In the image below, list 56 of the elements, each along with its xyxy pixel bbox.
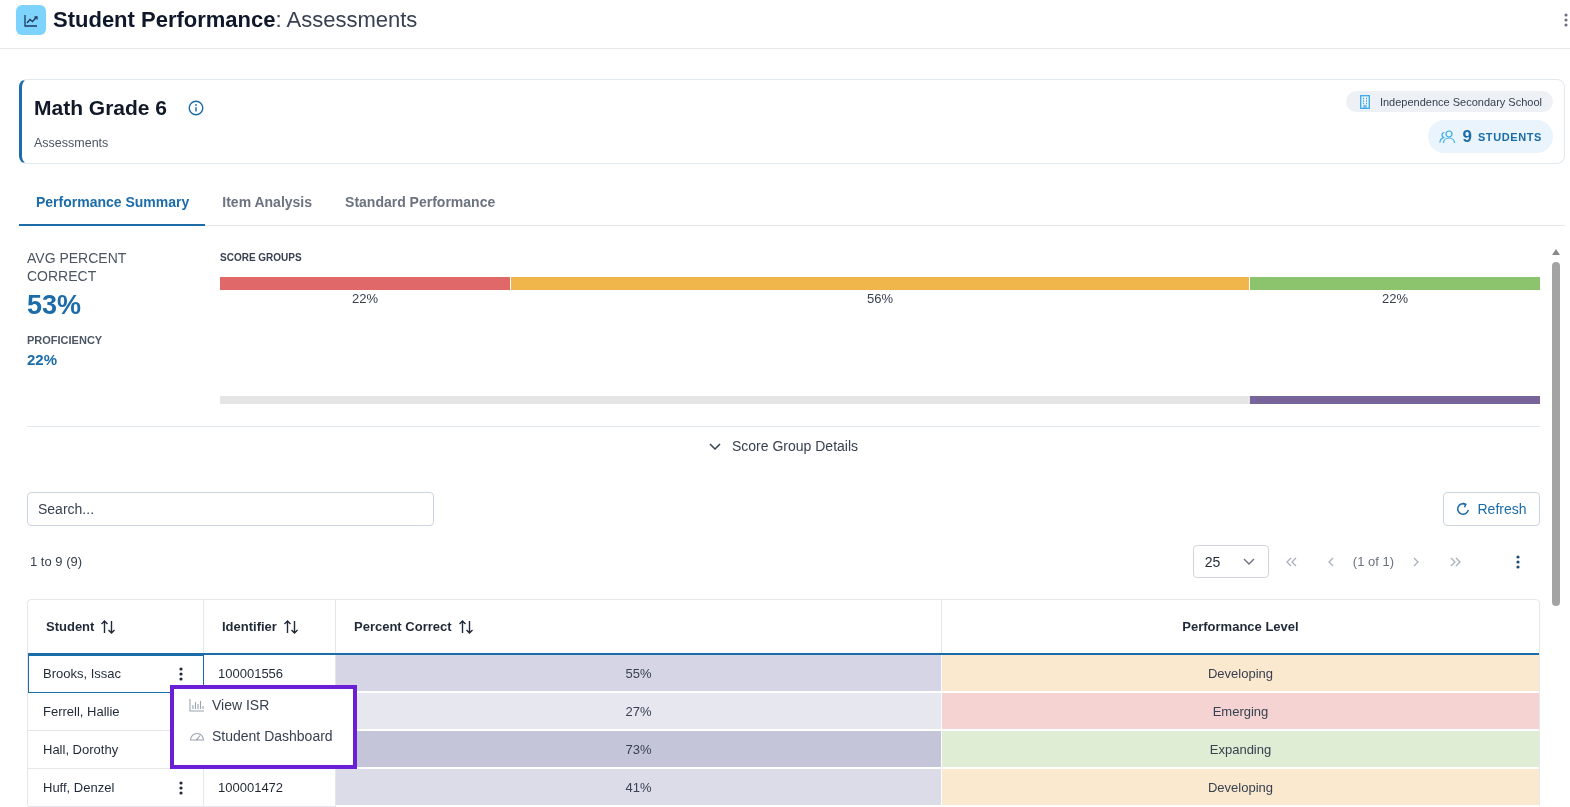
student-name: Ferrell, Hallie bbox=[43, 704, 120, 719]
kebab-menu-icon[interactable] bbox=[1516, 554, 1520, 569]
scrollbar-thumb[interactable] bbox=[1552, 262, 1560, 606]
performance-level-cell: Emerging bbox=[942, 693, 1539, 731]
metric-value: 53% bbox=[27, 289, 83, 321]
tab[interactable]: Item Analysis bbox=[205, 179, 329, 226]
refresh-button[interactable]: Refresh bbox=[1443, 492, 1540, 526]
percent-label: 56% bbox=[865, 291, 894, 307]
student-count-label: STUDENTS bbox=[1477, 130, 1542, 143]
line-chart-icon bbox=[16, 4, 46, 35]
page-title: Student Performance: Assessments bbox=[53, 5, 418, 34]
school-name: Independence Secondary School bbox=[1379, 95, 1542, 108]
row-menu-icon[interactable] bbox=[179, 780, 183, 795]
column-header[interactable]: Identifier bbox=[204, 600, 336, 653]
kebab-menu-icon[interactable] bbox=[1564, 12, 1568, 27]
chevron-down-icon bbox=[1242, 558, 1255, 565]
percent-value: 55% bbox=[625, 665, 652, 681]
sort-icon bbox=[282, 618, 299, 635]
percent-value: 73% bbox=[625, 741, 652, 757]
percent-label: 22% bbox=[1381, 291, 1409, 307]
tab[interactable]: Performance Summary bbox=[19, 179, 206, 226]
column-header: Performance Level bbox=[1181, 618, 1300, 636]
refresh-icon bbox=[1456, 502, 1471, 516]
result-range: 1 to 9 (9) bbox=[29, 554, 83, 569]
percent-label: 22% bbox=[350, 291, 379, 307]
course-subtitle: Assessments bbox=[34, 135, 110, 151]
info-icon[interactable] bbox=[188, 100, 205, 116]
metric-value: 22% bbox=[27, 351, 59, 369]
column-header[interactable]: Percent Correct bbox=[336, 600, 942, 653]
course-title: Math Grade 6 bbox=[34, 95, 168, 121]
page-indicator: (1 of 1) bbox=[1352, 554, 1394, 569]
sort-icon bbox=[457, 618, 474, 635]
student-name: Huff, Denzel bbox=[43, 780, 115, 795]
percent-value: 41% bbox=[625, 779, 652, 795]
section-title: SCORE GROUPS bbox=[220, 252, 303, 264]
metric-label: PROFICIENCY bbox=[27, 333, 104, 347]
metric-label: AVG PERCENT CORRECT bbox=[27, 249, 128, 285]
student-count: 9 bbox=[1462, 126, 1472, 147]
row-menu-icon[interactable] bbox=[179, 666, 183, 681]
scroll-up-arrow-icon[interactable] bbox=[1552, 249, 1560, 255]
student-name: Hall, Dorothy bbox=[43, 742, 119, 757]
chevron-down-icon bbox=[708, 442, 721, 450]
percent-value: 27% bbox=[625, 703, 652, 719]
bar-chart-icon bbox=[189, 697, 205, 712]
tab[interactable]: Standard Performance bbox=[328, 179, 512, 226]
building-icon bbox=[1359, 94, 1370, 109]
student-name: Brooks, Issac bbox=[43, 666, 122, 681]
score-group-details-toggle[interactable]: Score Group Details bbox=[702, 434, 865, 458]
search-field[interactable]: Search... bbox=[27, 492, 434, 526]
users-icon bbox=[1439, 129, 1457, 144]
column-header[interactable]: Student bbox=[28, 600, 204, 653]
performance-level-cell: Expanding bbox=[942, 731, 1539, 769]
sort-icon bbox=[100, 618, 117, 635]
page-size-select[interactable]: 25 bbox=[1192, 545, 1269, 578]
performance-level-cell: Developing bbox=[942, 769, 1539, 807]
performance-level-cell: Developing bbox=[942, 655, 1539, 693]
